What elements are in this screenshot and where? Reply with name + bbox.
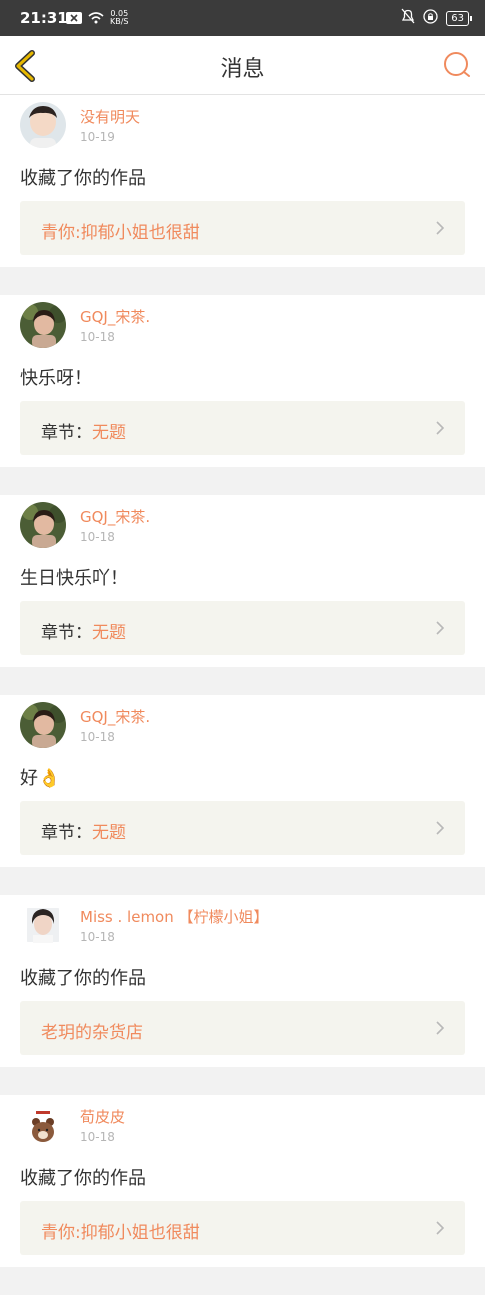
message-text: 好👌 xyxy=(20,768,61,789)
message-text: 收藏了你的作品 xyxy=(20,968,146,989)
mute-bell-icon xyxy=(401,8,415,28)
page-title: 消息 xyxy=(220,57,265,82)
status-bar: 21:31 0.05 KB/S 63 xyxy=(0,0,485,36)
chevron-right-icon xyxy=(435,220,445,236)
message-card: GQJ_宋茶. 10-18 生日快乐吖！ 章节：无题 xyxy=(0,495,485,667)
message-date: 10-18 xyxy=(80,930,115,944)
link-title: 无题 xyxy=(92,623,126,643)
avatar[interactable] xyxy=(20,502,66,548)
avatar[interactable] xyxy=(20,702,66,748)
linked-work-box[interactable]: 青你:抑郁小姐也很甜 xyxy=(20,1201,465,1255)
message-card: 荀皮皮 10-18 收藏了你的作品 青你:抑郁小姐也很甜 xyxy=(0,1095,485,1267)
linked-work-box[interactable]: 老玥的杂货店 xyxy=(20,1001,465,1055)
chevron-right-icon xyxy=(435,1220,445,1236)
link-prefix: 章节： xyxy=(41,423,92,443)
link-title: 无题 xyxy=(92,423,126,443)
avatar[interactable] xyxy=(20,102,66,148)
username[interactable]: 荀皮皮 xyxy=(80,1106,125,1127)
username[interactable]: GQJ_宋茶. xyxy=(80,306,150,327)
chevron-right-icon xyxy=(435,1020,445,1036)
message-text: 收藏了你的作品 xyxy=(20,168,146,189)
status-time: 21:31 xyxy=(20,9,68,27)
avatar[interactable] xyxy=(20,1102,66,1148)
linked-chapter-box[interactable]: 章节：无题 xyxy=(20,601,465,655)
chevron-right-icon xyxy=(435,620,445,636)
message-text: 生日快乐吖！ xyxy=(20,568,128,589)
network-speed: 0.05 KB/S xyxy=(110,9,129,26)
linked-chapter-box[interactable]: 章节：无题 xyxy=(20,401,465,455)
avatar[interactable] xyxy=(20,302,66,348)
link-prefix: 章节： xyxy=(41,623,92,643)
lock-rotation-icon xyxy=(423,8,438,28)
message-card: 没有明天 10-19 收藏了你的作品 青你:抑郁小姐也很甜 xyxy=(0,95,485,267)
username[interactable]: Miss . lemon 【柠檬小姐】 xyxy=(80,906,269,927)
top-nav-bar: 消息 xyxy=(0,36,485,95)
chevron-right-icon xyxy=(435,820,445,836)
message-date: 10-19 xyxy=(80,130,115,144)
link-title: 青你:抑郁小姐也很甜 xyxy=(41,1223,200,1243)
link-prefix: 章节： xyxy=(41,823,92,843)
message-card: GQJ_宋茶. 10-18 好👌 章节：无题 xyxy=(0,695,485,867)
message-list: 没有明天 10-19 收藏了你的作品 青你:抑郁小姐也很甜 GQJ_宋茶. 10… xyxy=(0,95,485,1295)
chevron-right-icon xyxy=(435,420,445,436)
username[interactable]: 没有明天 xyxy=(80,106,140,127)
message-text: 收藏了你的作品 xyxy=(20,1168,146,1189)
search-icon[interactable] xyxy=(443,51,471,79)
notification-icon xyxy=(66,9,82,28)
linked-chapter-box[interactable]: 章节：无题 xyxy=(20,801,465,855)
wifi-icon xyxy=(88,9,104,28)
username[interactable]: GQJ_宋茶. xyxy=(80,506,150,527)
message-card: Miss . lemon 【柠檬小姐】 10-18 收藏了你的作品 老玥的杂货店 xyxy=(0,895,485,1067)
link-title: 青你:抑郁小姐也很甜 xyxy=(41,223,200,243)
battery-icon: 63 xyxy=(446,10,472,26)
message-date: 10-18 xyxy=(80,330,115,344)
link-title: 老玥的杂货店 xyxy=(41,1023,143,1043)
message-date: 10-18 xyxy=(80,1130,115,1144)
message-card: GQJ_宋茶. 10-18 快乐呀！ 章节：无题 xyxy=(0,295,485,467)
username[interactable]: GQJ_宋茶. xyxy=(80,706,150,727)
link-title: 无题 xyxy=(92,823,126,843)
avatar[interactable] xyxy=(20,902,66,948)
linked-work-box[interactable]: 青你:抑郁小姐也很甜 xyxy=(20,201,465,255)
message-date: 10-18 xyxy=(80,530,115,544)
message-date: 10-18 xyxy=(80,730,115,744)
message-text: 快乐呀！ xyxy=(20,368,92,389)
